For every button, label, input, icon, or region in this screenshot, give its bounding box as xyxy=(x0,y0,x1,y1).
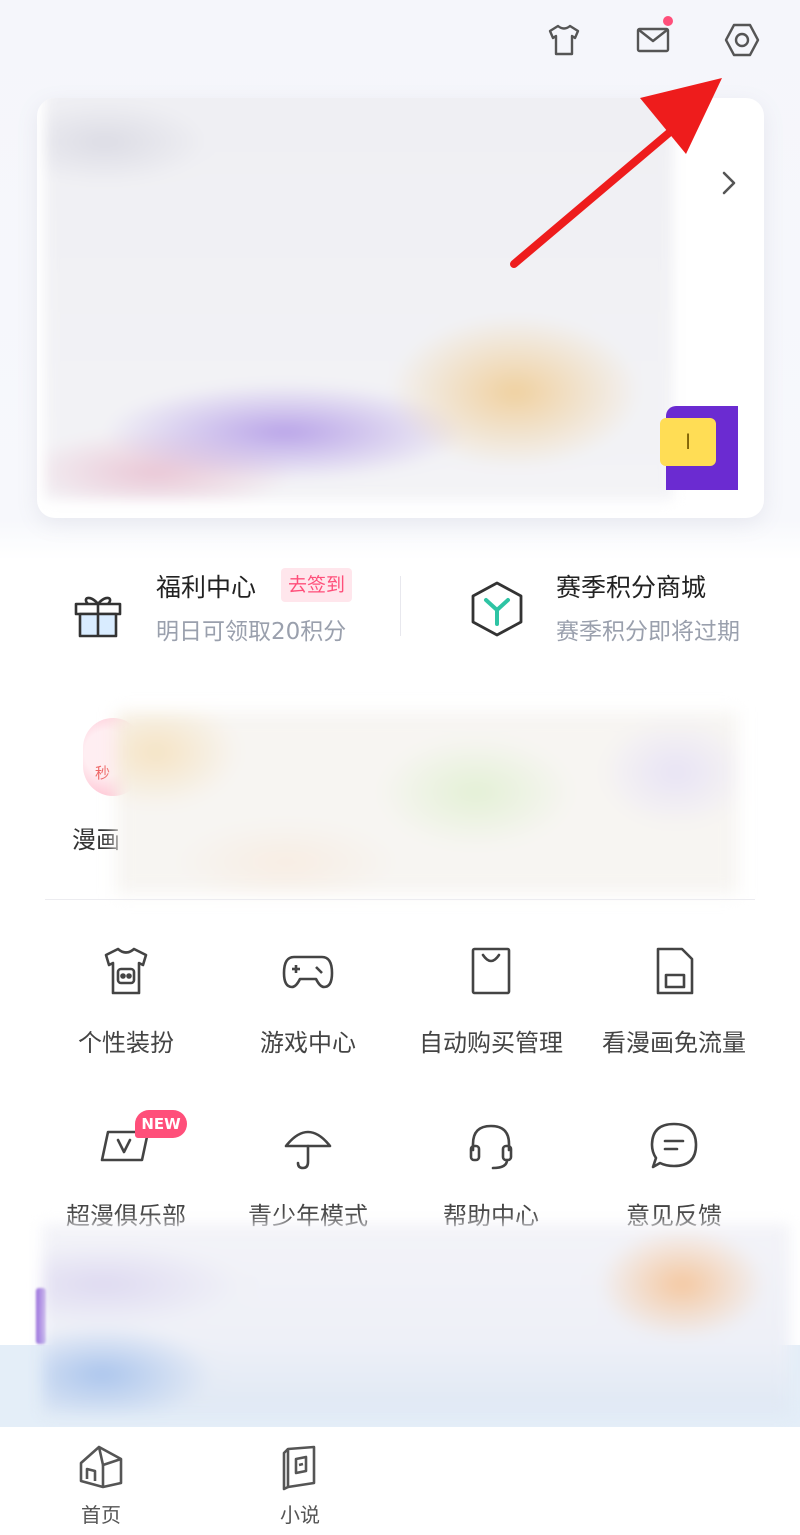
bottom-tab-bar: 首页 小说 xyxy=(0,1427,800,1535)
gift-icon xyxy=(74,596,122,638)
feedback-icon xyxy=(650,1122,698,1169)
headset-icon xyxy=(469,1124,513,1170)
grid-label: 看漫画免流量 xyxy=(602,1029,746,1057)
game-center-entry[interactable]: 游戏中心 xyxy=(217,943,399,1063)
checkin-badge[interactable]: 去签到 xyxy=(281,568,353,602)
notification-dot xyxy=(663,16,673,26)
sim-card-icon xyxy=(656,947,694,995)
feedback-entry[interactable]: 意见反馈 xyxy=(583,1118,765,1238)
tab-novel[interactable]: 小说 xyxy=(250,1437,350,1527)
tshirt-icon xyxy=(548,24,580,56)
grid-label: 自动购买管理 xyxy=(419,1029,563,1057)
manga-avatar-text: 秒 xyxy=(95,764,111,782)
membership-tab-label: l xyxy=(660,418,716,466)
new-badge: NEW xyxy=(135,1110,187,1138)
settings-button[interactable] xyxy=(720,18,764,62)
points-shop-title: 赛季积分商城 xyxy=(556,573,707,602)
welfare-row: 福利中心 去签到 明日可领取20积分 赛季积分商城 赛季积分即将过期 xyxy=(0,560,800,650)
blurred-banner xyxy=(42,1224,790,1414)
home-icon xyxy=(79,1445,123,1489)
dress-up-entry[interactable]: 个性装扮 xyxy=(35,943,217,1063)
umbrella-icon xyxy=(284,1130,332,1170)
teen-mode-entry[interactable]: 青少年模式 xyxy=(217,1118,399,1238)
mail-icon xyxy=(636,27,670,53)
club-entry[interactable]: NEW 超漫俱乐部 xyxy=(35,1110,217,1238)
grid-label: 个性装扮 xyxy=(78,1029,174,1057)
shopping-bag-icon xyxy=(471,947,511,995)
section-divider xyxy=(45,899,755,900)
manga-label: 漫画 xyxy=(72,826,120,854)
dress-up-button[interactable] xyxy=(542,18,586,62)
welfare-title: 福利中心 xyxy=(156,573,257,602)
membership-tab[interactable]: l xyxy=(660,406,738,490)
divider xyxy=(400,576,401,636)
blurred-manga-list xyxy=(116,712,738,894)
welfare-subtitle: 明日可领取20积分 xyxy=(156,619,347,645)
message-button[interactable] xyxy=(631,16,675,62)
gamepad-icon xyxy=(282,955,334,989)
red-arrow-annotation xyxy=(510,78,722,268)
points-shop-subtitle: 赛季积分即将过期 xyxy=(556,619,740,645)
cube-icon xyxy=(471,581,523,637)
profile-page: l 福利中心 去签到 明日可领取20积分 赛季积分商城 赛季积分即将过期 秒 漫… xyxy=(0,0,800,1535)
tab-label: 小说 xyxy=(280,1503,320,1527)
auto-purchase-entry[interactable]: 自动购买管理 xyxy=(400,943,582,1063)
book-icon xyxy=(282,1445,316,1491)
settings-icon xyxy=(724,23,760,57)
free-data-entry[interactable]: 看漫画免流量 xyxy=(583,943,765,1063)
tab-label: 首页 xyxy=(81,1503,121,1527)
help-center-entry[interactable]: 帮助中心 xyxy=(400,1118,582,1238)
shirt-icon xyxy=(104,947,148,995)
grid-label: 游戏中心 xyxy=(260,1029,356,1057)
tab-home[interactable]: 首页 xyxy=(51,1437,151,1527)
